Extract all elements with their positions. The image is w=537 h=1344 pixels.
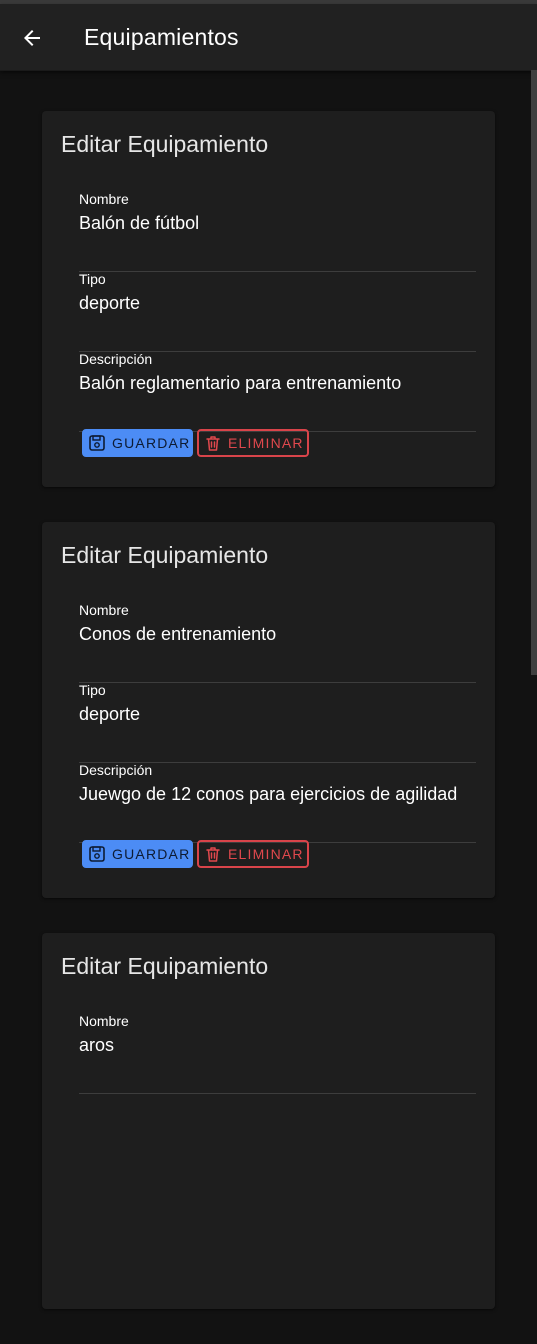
- card-actions: GUARDAR ELIMINAR: [82, 429, 309, 457]
- save-button[interactable]: GUARDAR: [82, 429, 193, 457]
- trash-icon: [206, 436, 220, 451]
- type-input[interactable]: deporte: [79, 293, 459, 314]
- name-field[interactable]: Nombre Conos de entrenamiento: [79, 602, 476, 683]
- description-field[interactable]: Descripción Balón reglamentario para ent…: [79, 351, 476, 432]
- equipment-list: Editar Equipamiento Nombre Balón de fútb…: [42, 111, 495, 1344]
- card-title: Editar Equipamiento: [61, 131, 269, 157]
- type-label: Tipo: [79, 682, 106, 698]
- name-input[interactable]: Balón de fútbol: [79, 213, 459, 234]
- page-title: Equipamientos: [84, 24, 239, 50]
- delete-button-label: ELIMINAR: [228, 435, 304, 451]
- name-label: Nombre: [79, 191, 129, 207]
- name-field[interactable]: Nombre Balón de fútbol: [79, 191, 476, 272]
- card-actions: GUARDAR ELIMINAR: [82, 840, 309, 868]
- delete-button[interactable]: ELIMINAR: [197, 840, 309, 868]
- card-title: Editar Equipamiento: [61, 542, 269, 568]
- delete-button-label: ELIMINAR: [228, 846, 304, 862]
- app-bar: Equipamientos: [0, 4, 537, 71]
- floppy-disk-icon: [89, 846, 105, 862]
- name-input[interactable]: Conos de entrenamiento: [79, 624, 459, 645]
- card-title: Editar Equipamiento: [61, 953, 269, 979]
- save-button[interactable]: GUARDAR: [82, 840, 193, 868]
- name-field[interactable]: Nombre aros: [79, 1013, 476, 1094]
- delete-button[interactable]: ELIMINAR: [197, 429, 309, 457]
- back-button[interactable]: [14, 20, 50, 56]
- name-label: Nombre: [79, 602, 129, 618]
- type-field[interactable]: Tipo deporte: [79, 271, 476, 352]
- description-field[interactable]: Descripción Juewgo de 12 conos para ejer…: [79, 762, 476, 843]
- description-label: Descripción: [79, 351, 153, 367]
- scrollbar[interactable]: [531, 70, 537, 675]
- floppy-disk-icon: [89, 435, 105, 451]
- equipment-card: Editar Equipamiento Nombre aros: [42, 933, 495, 1309]
- type-label: Tipo: [79, 271, 106, 287]
- description-label: Descripción: [79, 762, 153, 778]
- equipment-card: Editar Equipamiento Nombre Conos de entr…: [42, 522, 495, 898]
- equipment-card: Editar Equipamiento Nombre Balón de fútb…: [42, 111, 495, 487]
- name-input[interactable]: aros: [79, 1035, 459, 1056]
- description-input[interactable]: Balón reglamentario para entrenamiento: [79, 373, 459, 394]
- description-input[interactable]: Juewgo de 12 conos para ejercicios de ag…: [79, 784, 459, 805]
- name-label: Nombre: [79, 1013, 129, 1029]
- type-input[interactable]: deporte: [79, 704, 459, 725]
- type-field[interactable]: Tipo deporte: [79, 682, 476, 763]
- save-button-label: GUARDAR: [112, 846, 191, 862]
- save-button-label: GUARDAR: [112, 435, 191, 451]
- trash-icon: [206, 847, 220, 862]
- arrow-left-icon: [24, 30, 40, 46]
